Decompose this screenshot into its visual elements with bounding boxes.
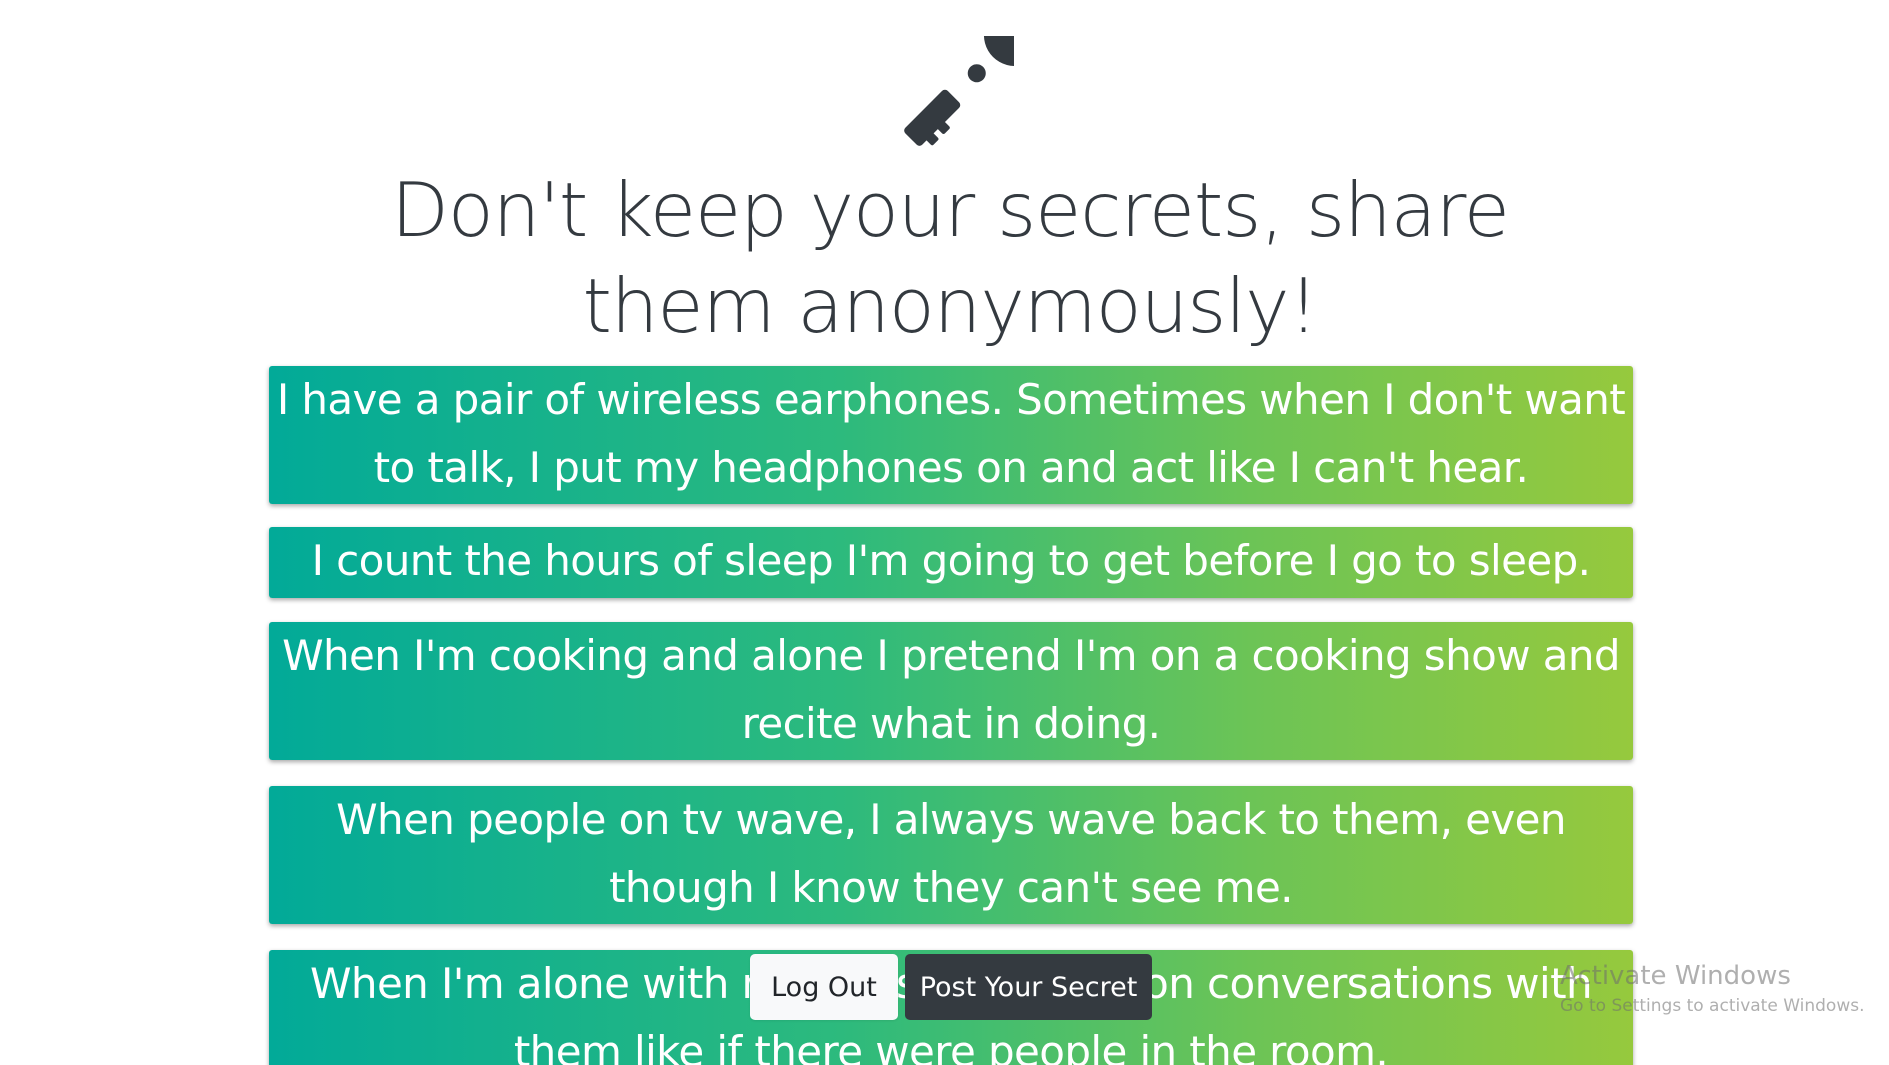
secret-card: When I'm cooking and alone I pretend I'm… [269,622,1633,760]
log-out-button[interactable]: Log Out [750,954,898,1020]
page: Don't keep your secrets, share them anon… [0,0,1889,1065]
post-secret-button[interactable]: Post Your Secret [905,954,1152,1020]
secret-card: I count the hours of sleep I'm going to … [269,527,1633,598]
secret-card: When people on tv wave, I always wave ba… [269,786,1633,924]
secret-card: I have a pair of wireless earphones. Som… [269,366,1633,504]
key-icon [904,36,1014,146]
page-title: Don't keep your secrets, share them anon… [391,166,1510,350]
